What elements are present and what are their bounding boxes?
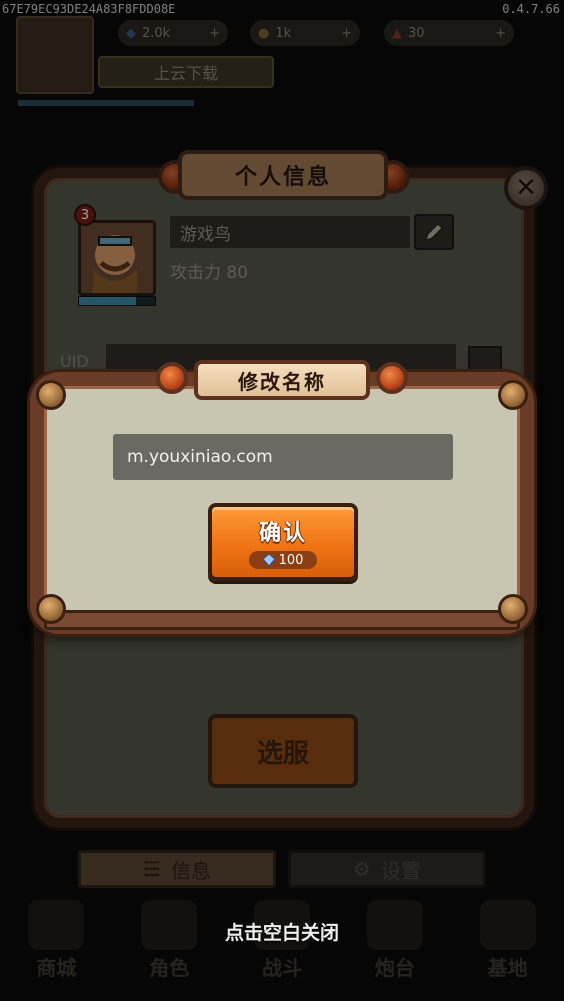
bolt-icon [498, 380, 528, 410]
tap-to-close-hint: 点击空白关闭 [224, 922, 339, 944]
confirm-button[interactable]: 确认 100 [208, 503, 358, 581]
rename-dialog-title: 修改名称 [194, 360, 370, 400]
cost-amount: 100 [278, 552, 304, 568]
new-name-input[interactable] [113, 434, 453, 480]
cost-badge: 100 [249, 551, 317, 569]
confirm-button-label: 确认 [258, 521, 307, 546]
bolt-icon [498, 594, 528, 624]
bolt-icon [36, 594, 66, 624]
bolt-icon [36, 380, 66, 410]
dialog-knob-left [156, 362, 188, 394]
diamond-icon [262, 554, 275, 566]
rename-dialog-bottom-rail [44, 610, 520, 630]
dialog-knob-right [376, 362, 408, 394]
